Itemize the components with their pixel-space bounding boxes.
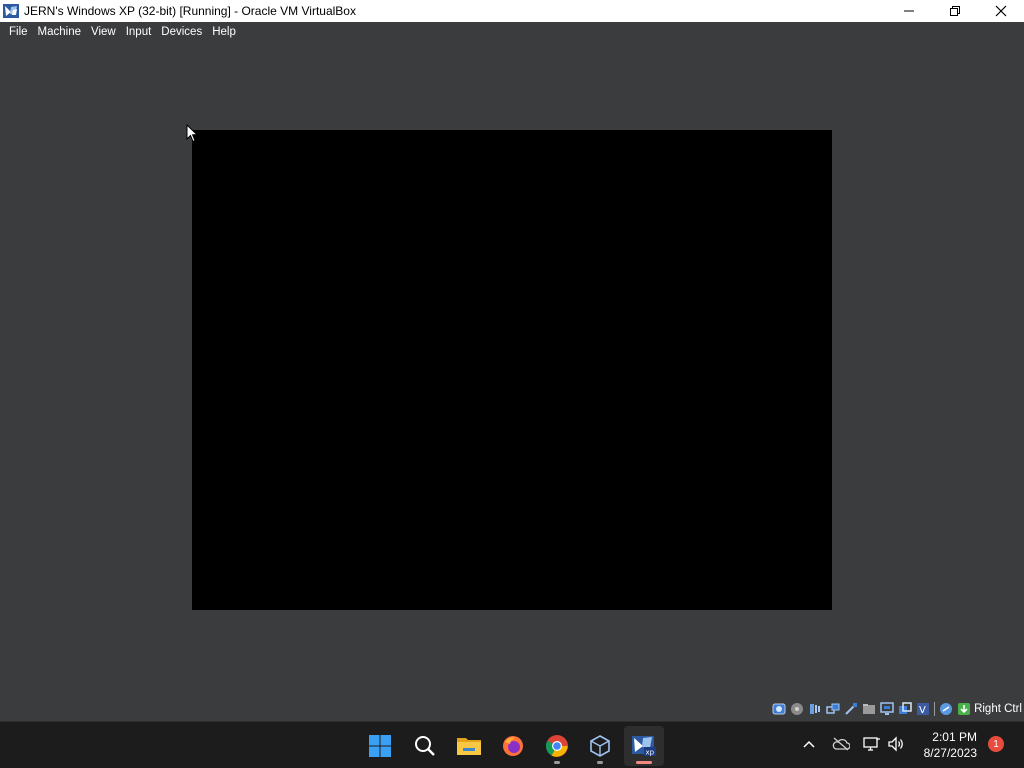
hard-disk-icon[interactable] xyxy=(772,702,786,716)
menu-file[interactable]: File xyxy=(4,22,33,42)
menu-bar: File Machine View Input Devices Help xyxy=(0,22,1024,42)
optical-drive-icon[interactable] xyxy=(790,702,804,716)
menu-machine[interactable]: Machine xyxy=(33,22,86,42)
minimize-icon xyxy=(904,10,914,12)
usb-icon[interactable] xyxy=(844,702,858,716)
volume-icon xyxy=(888,736,903,752)
maximize-button[interactable] xyxy=(932,0,978,22)
close-button[interactable] xyxy=(978,0,1024,22)
virtualbox-manager-button[interactable] xyxy=(580,726,620,766)
video-capture-icon[interactable] xyxy=(898,702,912,716)
mouse-integration-icon[interactable] xyxy=(957,702,971,716)
clock-date: 8/27/2023 xyxy=(923,746,977,760)
window-title: JERN's Windows XP (32-bit) [Running] - O… xyxy=(24,4,356,18)
cpu-icon[interactable] xyxy=(939,702,953,716)
start-button[interactable] xyxy=(360,726,400,766)
running-indicator xyxy=(597,761,603,764)
firefox-icon xyxy=(503,736,523,756)
windows-start-icon xyxy=(369,735,391,757)
title-bar[interactable]: JERN's Windows XP (32-bit) [Running] - O… xyxy=(0,0,1024,22)
menu-devices[interactable]: Devices xyxy=(156,22,207,42)
search-button[interactable] xyxy=(405,726,445,766)
notification-badge[interactable]: 1 xyxy=(988,736,1004,752)
virtualbox-vm-button[interactable]: xp xyxy=(624,726,664,766)
vm-display[interactable] xyxy=(192,130,832,610)
chevron-up-icon xyxy=(803,740,815,748)
file-explorer-button[interactable] xyxy=(449,726,489,766)
virtualization-icon[interactable]: V xyxy=(916,702,930,716)
svg-text:xp: xp xyxy=(646,749,655,757)
status-separator xyxy=(934,702,936,716)
taskbar-clock[interactable]: 2:01 PM 8/27/2023 xyxy=(917,729,977,761)
menu-help[interactable]: Help xyxy=(207,22,241,42)
menu-input[interactable]: Input xyxy=(121,22,157,42)
taskbar: xp 2:01 PM 8/27/2023 1 xyxy=(0,721,1024,768)
search-icon xyxy=(415,736,435,756)
network-icon xyxy=(863,737,880,751)
close-icon xyxy=(995,5,1007,17)
chrome-icon xyxy=(546,735,568,757)
network-status-button[interactable] xyxy=(862,734,882,754)
vm-status-bar: V Right Ctrl xyxy=(768,699,1024,719)
active-indicator xyxy=(636,761,652,764)
host-key-label: Right Ctrl xyxy=(974,703,1022,715)
shared-folders-icon[interactable] xyxy=(862,702,876,716)
restore-icon xyxy=(950,6,960,16)
onedrive-button[interactable] xyxy=(831,734,851,754)
volume-button[interactable] xyxy=(886,734,906,754)
file-explorer-icon xyxy=(457,738,481,755)
audio-icon[interactable] xyxy=(808,702,822,716)
network-icon[interactable] xyxy=(826,702,840,716)
running-indicator xyxy=(554,761,560,764)
virtualbox-icon xyxy=(590,735,610,757)
virtualbox-vm-xp-icon: xp xyxy=(632,736,656,757)
svg-text:V: V xyxy=(919,705,926,716)
display-icon[interactable] xyxy=(880,702,894,716)
mouse-pointer-icon xyxy=(186,124,198,143)
show-hidden-icons-button[interactable] xyxy=(799,734,819,754)
virtualbox-app-icon xyxy=(3,4,19,18)
onedrive-icon xyxy=(832,737,850,751)
menu-view[interactable]: View xyxy=(86,22,121,42)
clock-time: 2:01 PM xyxy=(932,730,977,744)
minimize-button[interactable] xyxy=(886,0,932,22)
chrome-button[interactable] xyxy=(537,726,577,766)
firefox-button[interactable] xyxy=(493,726,533,766)
